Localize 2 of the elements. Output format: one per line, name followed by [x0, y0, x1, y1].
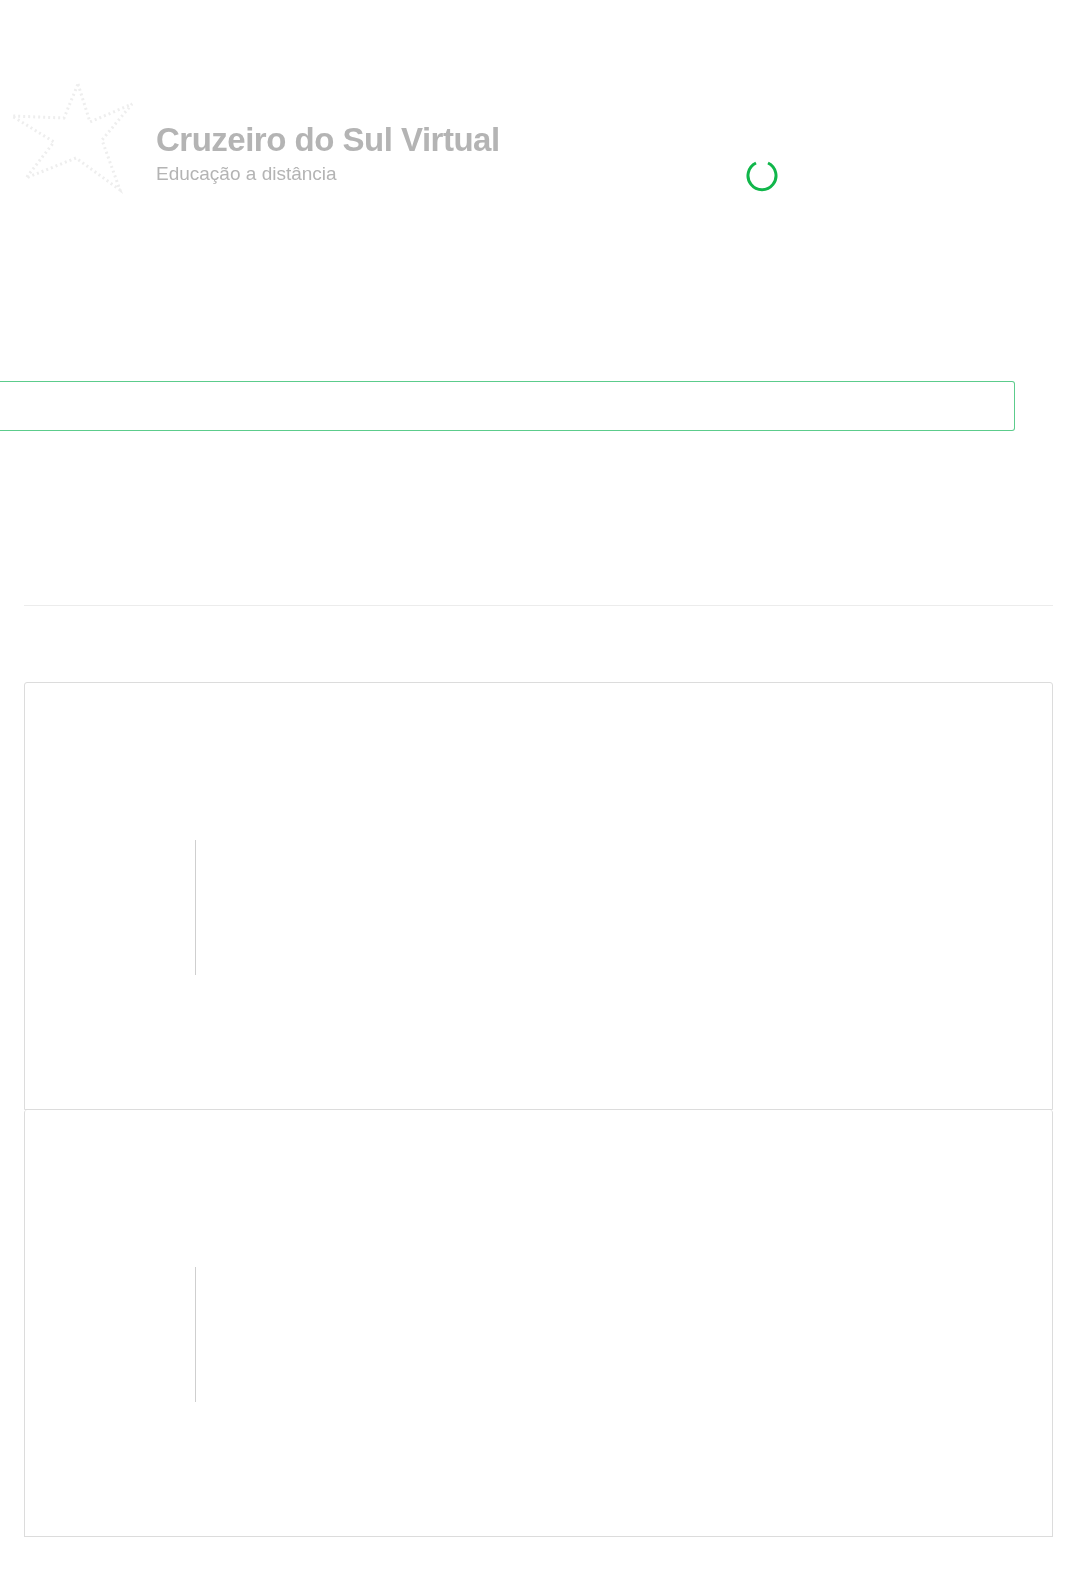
brand-name: Cruzeiro do Sul Virtual: [156, 121, 500, 159]
brand-tagline: Educação a distância: [156, 163, 338, 185]
